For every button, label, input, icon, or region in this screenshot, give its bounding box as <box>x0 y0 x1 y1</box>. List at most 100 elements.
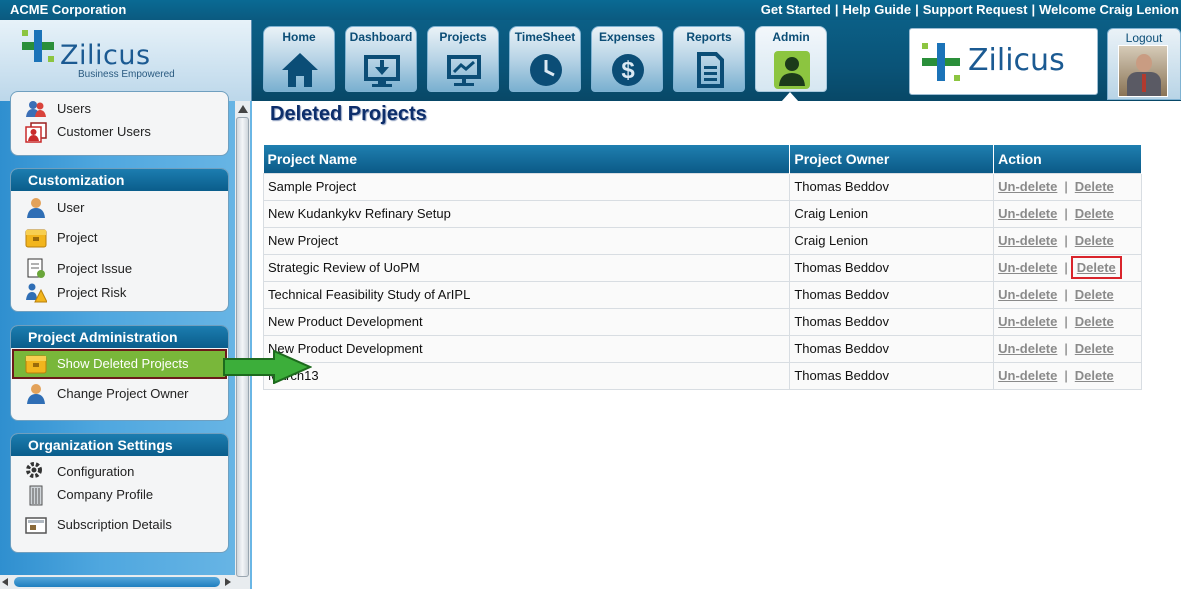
action-cell: Un-delete | Delete <box>993 253 1142 282</box>
tab-projects[interactable]: Projects <box>427 26 499 92</box>
sidebar-item-label: Subscription Details <box>57 517 172 532</box>
client-logo: Zilicus <box>909 28 1098 95</box>
sidebar-item-label: Company Profile <box>57 487 154 502</box>
sidebar-item-project[interactable]: Project <box>25 227 225 249</box>
user-icon <box>27 384 45 404</box>
table-row: Sample Project Thomas Beddov Un-delete | Del… <box>262 172 1142 201</box>
sidebar-item-change-project-owner[interactable]: Change Project Owner <box>25 383 225 405</box>
project-owner-cell: Thomas Beddov <box>789 172 995 201</box>
logout-link[interactable]: Logout <box>1108 31 1180 45</box>
project-name-cell: New Project <box>262 226 791 255</box>
table-row: Strategic Review of UoPM Thomas Beddov Un-… <box>262 253 1142 282</box>
horizontal-scrollbar-thumb[interactable] <box>14 577 220 587</box>
project-box-icon <box>25 229 47 248</box>
delete-link[interactable]: Delete <box>1070 256 1122 279</box>
project-issue-icon <box>27 258 45 278</box>
sidebar-item-label: User <box>57 200 85 215</box>
column-header-project-owner[interactable]: Project Owner <box>789 145 995 173</box>
dollar-icon: $ <box>612 54 644 86</box>
app-logo[interactable]: Zilicus Business Empowered <box>0 20 252 101</box>
table-row: Technical Feasibility Study of ArIPL Thom… <box>262 280 1142 309</box>
sidebar-item-user[interactable]: User <box>25 197 225 219</box>
tab-timesheet[interactable]: TimeSheet <box>509 26 581 92</box>
sidebar-item-label: Configuration <box>57 464 135 479</box>
scrollbar-thumb[interactable] <box>236 117 249 577</box>
project-name-cell: March13 <box>262 361 791 390</box>
action-separator: | <box>1064 206 1068 221</box>
undelete-link[interactable]: Un-delete <box>998 179 1057 194</box>
scroll-right-icon[interactable] <box>225 578 231 586</box>
admin-icon <box>774 51 810 89</box>
sidebar: Users Customer Users Customization User … <box>0 91 252 589</box>
undelete-link[interactable]: Un-delete <box>998 314 1057 329</box>
sidebar-item-configuration[interactable]: Configuration <box>25 461 225 483</box>
action-separator: | <box>1064 260 1068 275</box>
help-guide-link[interactable]: Help Guide <box>842 2 911 17</box>
project-risk-icon <box>26 283 47 303</box>
table-row: New Kudankykv Refinary Setup Craig Lenion… <box>262 199 1142 228</box>
sidebar-item-label: Customer Users <box>57 124 151 139</box>
delete-link[interactable]: Delete <box>1075 368 1114 383</box>
undelete-link[interactable]: Un-delete <box>998 287 1057 302</box>
undelete-link[interactable]: Un-delete <box>998 341 1057 356</box>
delete-link[interactable]: Delete <box>1075 206 1114 221</box>
action-cell: Un-delete | Delete <box>993 334 1142 363</box>
organization-settings-panel: Organization Settings Configuration Comp… <box>10 433 229 553</box>
sidebar-horizontal-scrollbar[interactable] <box>0 575 235 589</box>
table-body: Sample Project Thomas Beddov Un-delete | Del… <box>262 172 1142 390</box>
company-name: ACME Corporation <box>10 2 127 17</box>
svg-text:$: $ <box>621 57 635 84</box>
avatar[interactable] <box>1118 45 1168 97</box>
action-cell: Un-delete | Delete <box>993 199 1142 228</box>
delete-link[interactable]: Delete <box>1075 287 1114 302</box>
project-name-cell: New Kudankykv Refinary Setup <box>262 199 791 228</box>
header: Zilicus Business Empowered Home Dashboar… <box>0 20 1181 102</box>
project-owner-cell: Craig Lenion <box>789 199 995 228</box>
undelete-link[interactable]: Un-delete <box>998 206 1057 221</box>
undelete-link[interactable]: Un-delete <box>998 233 1057 248</box>
sidebar-item-project-risk[interactable]: Project Risk <box>25 282 225 304</box>
customer-users-icon <box>25 122 47 143</box>
active-tab-pointer <box>781 92 799 102</box>
project-owner-cell: Thomas Beddov <box>789 361 995 390</box>
tab-home[interactable]: Home <box>263 26 335 92</box>
table-row: March13 Thomas Beddov Un-delete | Delete <box>262 361 1142 390</box>
project-administration-panel: Project Administration Show Deleted Proj… <box>10 325 229 421</box>
sidebar-item-project-issue[interactable]: Project Issue <box>25 258 225 280</box>
delete-link[interactable]: Delete <box>1075 341 1114 356</box>
tab-projects-label: Projects <box>439 30 487 44</box>
project-owner-cell: Thomas Beddov <box>789 280 995 309</box>
table-row: New Project Craig Lenion Un-delete | Delete <box>262 226 1142 255</box>
scroll-left-icon[interactable] <box>2 578 8 586</box>
tab-admin-label: Admin <box>772 30 810 44</box>
sidebar-vertical-scrollbar[interactable] <box>235 101 250 589</box>
tab-expenses[interactable]: Expenses $ <box>591 26 663 92</box>
support-request-link[interactable]: Support Request <box>923 2 1028 17</box>
action-separator: | <box>1064 341 1068 356</box>
delete-link[interactable]: Delete <box>1075 179 1114 194</box>
customization-panel: Customization User Project Project Issue <box>10 168 229 312</box>
sidebar-item-label: Project <box>57 230 98 245</box>
sidebar-item-show-deleted-projects[interactable]: Show Deleted Projects <box>25 353 225 375</box>
report-icon <box>697 52 724 88</box>
sidebar-item-company-profile[interactable]: Company Profile <box>25 484 225 506</box>
table-row: New Product Development Thomas Beddov Un-d… <box>262 307 1142 336</box>
tab-reports[interactable]: Reports <box>673 26 745 92</box>
delete-link[interactable]: Delete <box>1075 233 1114 248</box>
customization-title: Customization <box>11 169 228 191</box>
user-icon <box>27 198 45 218</box>
tab-dashboard[interactable]: Dashboard <box>345 26 417 92</box>
sidebar-item-customer-users[interactable]: Customer Users <box>25 121 225 143</box>
undelete-link[interactable]: Un-delete <box>998 260 1057 275</box>
get-started-link[interactable]: Get Started <box>761 2 831 17</box>
logo-brand-text: Zilicus <box>60 40 151 71</box>
column-header-project-name[interactable]: Project Name <box>263 145 791 173</box>
action-separator: | <box>1064 179 1068 194</box>
delete-link[interactable]: Delete <box>1075 314 1114 329</box>
action-cell: Un-delete | Delete <box>993 226 1142 255</box>
sidebar-item-users[interactable]: Users <box>25 98 225 120</box>
tab-admin[interactable]: Admin <box>755 26 827 92</box>
sidebar-item-subscription-details[interactable]: Subscription Details <box>25 514 225 536</box>
undelete-link[interactable]: Un-delete <box>998 368 1057 383</box>
scroll-up-icon[interactable] <box>238 105 248 113</box>
